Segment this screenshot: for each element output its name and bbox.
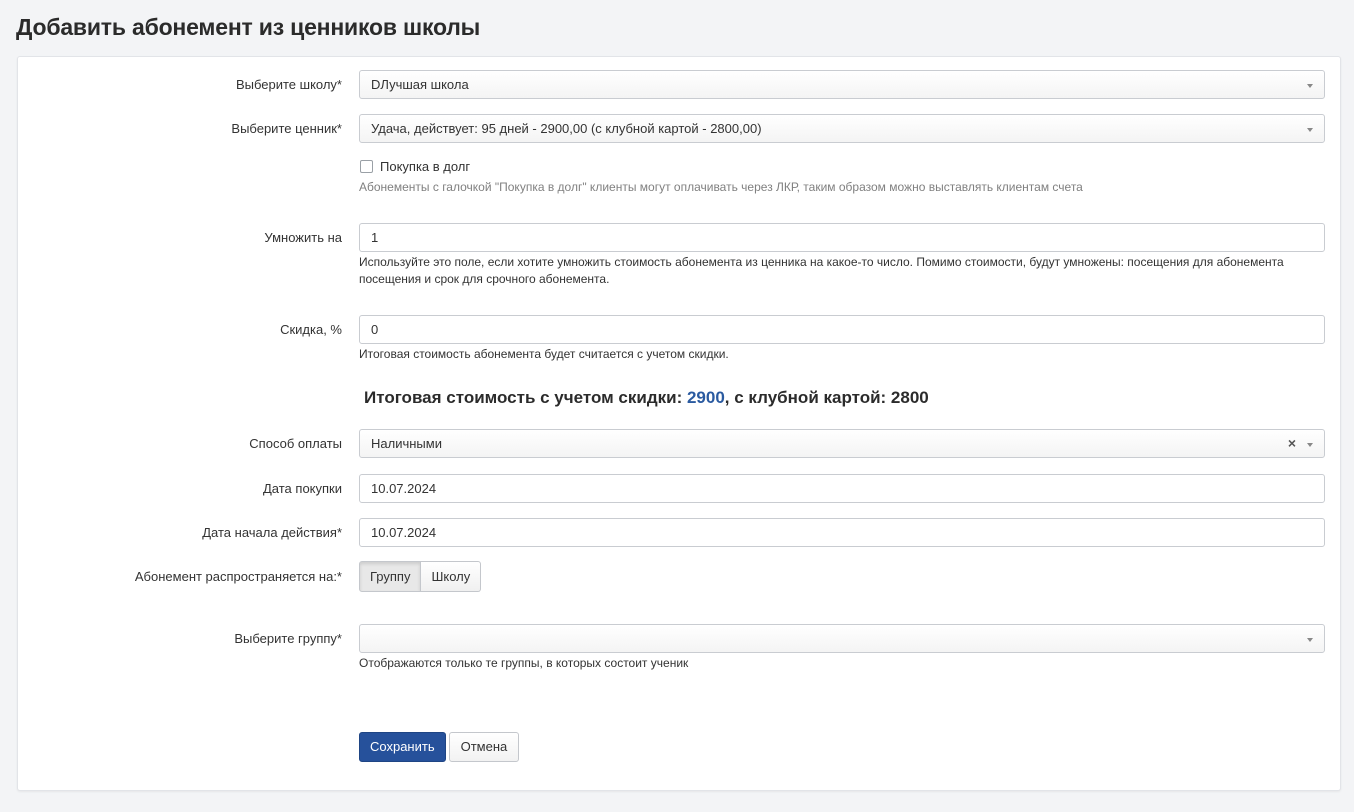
payment-method-select[interactable]: Наличными × bbox=[359, 429, 1325, 458]
applies-to-school-button[interactable]: Школу bbox=[421, 561, 482, 592]
school-select[interactable]: DЛучшая школа bbox=[359, 70, 1325, 99]
multiply-help: Используйте это поле, если хотите умножи… bbox=[359, 255, 1284, 286]
purchase-date-value: 10.07.2024 bbox=[371, 481, 437, 496]
group-label: Выберите группу* bbox=[234, 631, 342, 646]
cancel-button[interactable]: Отмена bbox=[448, 732, 520, 762]
price-list-select-value: Удача, действует: 95 дней - 2900,00 (с к… bbox=[371, 121, 762, 136]
discount-input[interactable]: 0 bbox=[359, 315, 1325, 344]
start-date-value: 10.07.2024 bbox=[371, 525, 437, 540]
save-button[interactable]: Сохранить bbox=[359, 732, 446, 762]
price-list-select[interactable]: Удача, действует: 95 дней - 2900,00 (с к… bbox=[359, 114, 1325, 143]
group-help: Отображаются только те группы, в которых… bbox=[359, 656, 689, 670]
chevron-down-icon bbox=[1307, 128, 1313, 132]
total-price-amount: 2900 bbox=[686, 388, 725, 407]
form-actions: Сохранить Отмена bbox=[359, 732, 520, 762]
discount-input-value: 0 bbox=[371, 322, 379, 337]
total-price: Итоговая стоимость с учетом скидки: 2900… bbox=[364, 388, 929, 408]
form-card: Выберите школу* DЛучшая школа Выберите ц… bbox=[17, 56, 1341, 791]
applies-to-label: Абонемент распространяется на:* bbox=[134, 569, 342, 584]
price-list-label: Выберите ценник* bbox=[231, 121, 342, 136]
debt-purchase-label[interactable]: Покупка в долг bbox=[380, 159, 470, 174]
total-price-prefix: Итоговая стоимость с учетом скидки: bbox=[364, 388, 687, 407]
total-price-suffix: , с клубной картой: 2800 bbox=[724, 388, 929, 407]
clear-icon[interactable]: × bbox=[1288, 435, 1296, 451]
group-select[interactable] bbox=[359, 624, 1325, 653]
page-title: Добавить абонемент из ценников школы bbox=[16, 14, 481, 40]
chevron-down-icon bbox=[1307, 84, 1313, 88]
multiply-input[interactable]: 1 bbox=[359, 223, 1325, 252]
payment-method-select-value: Наличными bbox=[371, 436, 442, 451]
start-date-label: Дата начала действия* bbox=[202, 525, 342, 540]
chevron-down-icon bbox=[1307, 638, 1313, 642]
applies-to-toggle: Группу Школу bbox=[359, 561, 482, 592]
discount-label: Скидка, % bbox=[280, 322, 342, 337]
discount-help: Итоговая стоимость абонемента будет счит… bbox=[359, 347, 729, 361]
debt-purchase-help: Абонементы с галочкой "Покупка в долг" к… bbox=[359, 180, 1083, 194]
start-date-input[interactable]: 10.07.2024 bbox=[359, 518, 1325, 547]
purchase-date-label: Дата покупки bbox=[263, 481, 342, 496]
applies-to-group-button[interactable]: Группу bbox=[359, 561, 422, 592]
multiply-input-value: 1 bbox=[371, 230, 379, 245]
multiply-label: Умножить на bbox=[264, 230, 342, 245]
school-label: Выберите школу* bbox=[235, 77, 342, 92]
payment-method-label: Способ оплаты bbox=[249, 436, 342, 451]
chevron-down-icon bbox=[1307, 443, 1313, 447]
school-select-value: DЛучшая школа bbox=[371, 77, 469, 92]
purchase-date-input[interactable]: 10.07.2024 bbox=[359, 474, 1325, 503]
debt-purchase-checkbox[interactable] bbox=[360, 160, 373, 173]
